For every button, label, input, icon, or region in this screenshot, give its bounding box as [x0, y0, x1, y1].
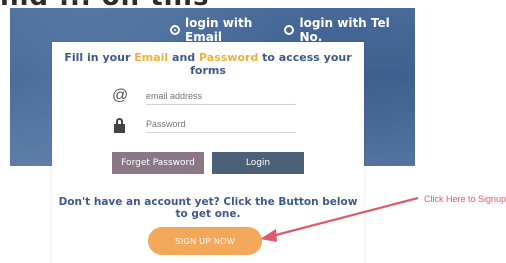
- login-tel-label: login with Tel No.: [299, 16, 390, 44]
- forget-password-button[interactable]: Forget Password: [112, 152, 204, 174]
- login-button[interactable]: Login: [212, 152, 304, 174]
- instructions-prefix: Fill in your: [64, 51, 135, 64]
- form-instructions: Fill in your Email and Password to acces…: [52, 51, 364, 77]
- login-form-card: Fill in your Email and Password to acces…: [52, 42, 364, 263]
- login-email-option[interactable]: login with Email: [170, 16, 268, 44]
- password-row: [112, 114, 302, 136]
- signup-prompt: Don't have an account yet? Click the But…: [58, 196, 358, 220]
- instructions-password-word: Password: [199, 51, 259, 64]
- signup-hint: Click Here to Signup: [424, 194, 506, 204]
- at-icon: @: [112, 87, 129, 104]
- signup-button[interactable]: SIGN UP NOW: [148, 227, 262, 255]
- instructions-and: and: [168, 51, 200, 64]
- login-tel-option[interactable]: login with Tel No.: [284, 16, 390, 44]
- login-email-label: login with Email: [185, 16, 253, 44]
- password-field[interactable]: [146, 116, 296, 133]
- login-method-selector: login with Email login with Tel No.: [170, 16, 390, 44]
- email-row: @: [112, 86, 302, 108]
- instructions-email-word: Email: [134, 51, 169, 64]
- email-field[interactable]: [146, 88, 296, 105]
- radio-unchecked-icon[interactable]: [284, 25, 295, 35]
- lock-icon: [112, 116, 128, 133]
- radio-checked-icon[interactable]: [170, 25, 180, 35]
